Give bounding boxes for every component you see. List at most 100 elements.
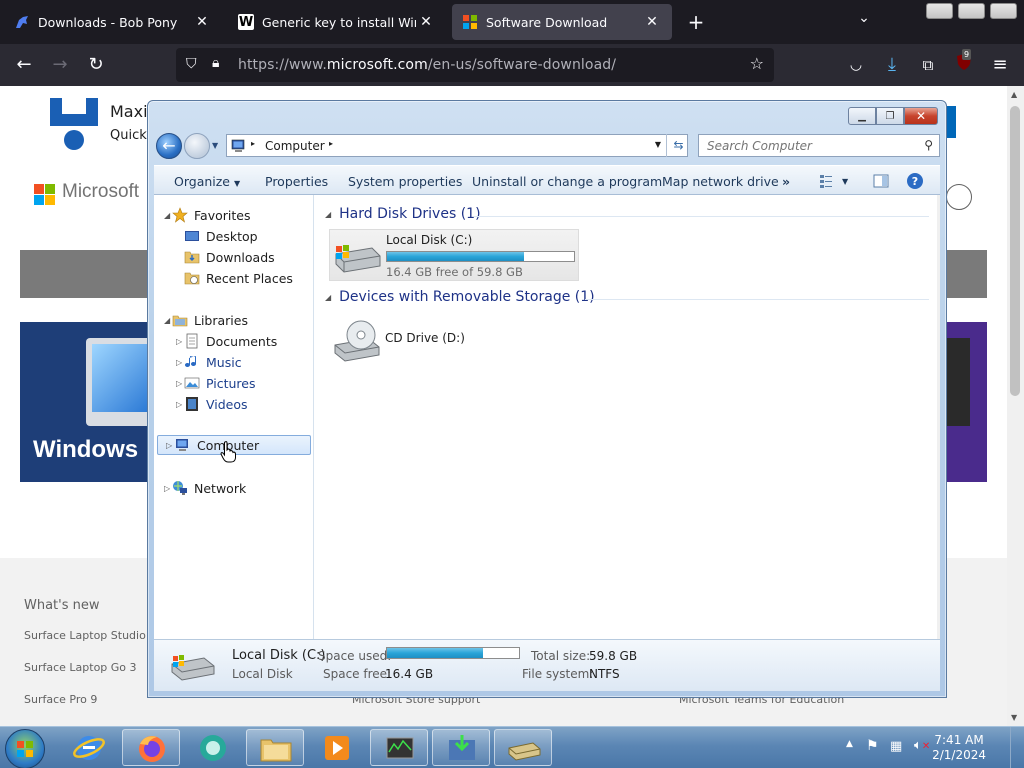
back-button[interactable]: ← (156, 133, 182, 159)
expand-icon[interactable]: ▷ (176, 358, 182, 367)
page-scrollbar[interactable]: ▲ ▼ (1007, 86, 1024, 726)
nav-music[interactable]: Music (184, 352, 242, 372)
tab-title: Downloads - Bob Pony (38, 14, 178, 30)
drive-tile-d[interactable]: CD Drive (D:) (329, 313, 579, 365)
taskbar-firefox[interactable] (122, 729, 180, 766)
nav-documents[interactable]: Documents (184, 331, 277, 351)
start-button[interactable] (5, 729, 45, 768)
taskbar-ie[interactable] (60, 729, 118, 766)
forward-button[interactable] (184, 133, 210, 159)
list-all-tabs-icon[interactable]: ⌄ (852, 10, 876, 26)
network-tray-icon[interactable]: ▦ (890, 739, 902, 754)
system-properties-button[interactable]: System properties (348, 174, 462, 189)
back-icon[interactable]: ← (12, 53, 36, 77)
footer-link[interactable]: Surface Laptop Studio 2 (24, 629, 156, 642)
more-commands-button[interactable]: » (782, 174, 790, 189)
organize-menu[interactable]: Organize ▼ (174, 174, 240, 189)
nav-desktop[interactable]: Desktop (184, 226, 258, 246)
pane-scrollbar[interactable] (937, 195, 940, 639)
maximize-button[interactable] (958, 3, 985, 19)
expand-icon[interactable]: ▷ (164, 484, 170, 493)
recent-pages-icon[interactable]: ▼ (212, 141, 218, 150)
space-free-value: 16.4 GB (385, 667, 434, 681)
view-options-icon[interactable] (818, 172, 836, 190)
pocket-icon[interactable]: ◡ (844, 53, 868, 77)
tab-generic-key[interactable]: W Generic key to install Windows 1 ✕ (228, 4, 446, 40)
expand-icon[interactable]: ▷ (176, 379, 182, 388)
refresh-button[interactable]: ⇆ (666, 134, 690, 157)
close-window-button[interactable] (990, 3, 1017, 19)
uninstall-program-button[interactable]: Uninstall or change a program (472, 174, 662, 189)
account-icon[interactable] (946, 184, 972, 210)
footer-link[interactable]: Surface Laptop Go 3 (24, 661, 137, 674)
minimize-button[interactable]: ▁ (848, 107, 876, 125)
breadcrumb-chevron-icon[interactable]: ▸ (251, 139, 255, 148)
show-hidden-icons-icon[interactable]: ▲ (846, 739, 853, 749)
minimize-button[interactable] (926, 3, 953, 19)
new-tab-button[interactable]: + (684, 10, 708, 34)
system-clock[interactable]: 7:41 AM 2/1/2024 (932, 733, 986, 763)
ublock-icon[interactable]: 9 (952, 49, 976, 77)
svg-text:?: ? (912, 175, 918, 188)
close-tab-icon[interactable]: ✕ (416, 14, 436, 30)
restore-button[interactable]: ❐ (876, 107, 904, 125)
extensions-icon[interactable]: ⧉ (916, 53, 940, 77)
downloads-icon[interactable]: ⤓ (880, 53, 904, 77)
taskbar-task-manager[interactable] (370, 729, 428, 766)
preview-pane-icon[interactable] (872, 172, 890, 190)
address-bar[interactable]: ▸ Computer ▸ ▼ (226, 134, 688, 157)
brand-name: Microsoft (62, 181, 140, 202)
expand-icon[interactable]: ▷ (176, 400, 182, 409)
properties-button[interactable]: Properties (265, 174, 328, 189)
taskbar-explorer[interactable] (246, 729, 304, 766)
taskbar-drive[interactable] (494, 729, 552, 766)
tab-software-download[interactable]: Software Download ✕ (452, 4, 672, 40)
search-icon[interactable]: ⚲ (924, 138, 933, 152)
url-bar[interactable]: ⛉ 🔒︎ https://www.microsoft.com/en-us/sof… (176, 48, 774, 82)
expand-icon[interactable]: ▷ (166, 441, 172, 450)
menu-icon[interactable]: ≡ (988, 53, 1012, 77)
drive-tile-c[interactable]: Local Disk (C:) 16.4 GB free of 59.8 GB (329, 229, 579, 281)
breadcrumb-chevron-icon[interactable]: ▸ (329, 139, 333, 148)
url-text[interactable]: https://www.microsoft.com/en-us/software… (238, 57, 616, 73)
taskbar-app[interactable] (184, 729, 242, 766)
forward-icon[interactable]: → (48, 53, 72, 77)
close-button[interactable]: ✕ (904, 107, 938, 125)
nav-downloads[interactable]: Downloads (184, 247, 275, 267)
command-bar: Organize ▼ Properties System properties … (154, 165, 940, 195)
close-tab-icon[interactable]: ✕ (642, 14, 662, 30)
group-header-removable[interactable]: ◢ Devices with Removable Storage (1) (325, 289, 595, 305)
nav-pictures[interactable]: Pictures (184, 373, 256, 393)
pictures-icon (184, 375, 200, 391)
tab-bob-pony[interactable]: Downloads - Bob Pony ✕ (4, 4, 222, 40)
mouse-cursor-icon (220, 441, 236, 466)
reload-icon[interactable]: ↻ (84, 53, 108, 77)
nav-favorites[interactable]: Favorites (172, 205, 250, 225)
collapse-icon[interactable]: ◢ (164, 211, 170, 220)
nav-recent-places[interactable]: Recent Places (184, 268, 293, 288)
address-dropdown-icon[interactable]: ▼ (655, 140, 661, 149)
group-header-hdd[interactable]: ◢ Hard Disk Drives (1) (325, 206, 481, 222)
lock-icon[interactable]: 🔒︎ (212, 55, 219, 71)
map-network-drive-button[interactable]: Map network drive (662, 174, 779, 189)
nav-videos[interactable]: Videos (184, 394, 248, 414)
show-desktop-button[interactable] (1010, 727, 1024, 768)
taskbar-media-player[interactable] (308, 729, 366, 766)
nav-network[interactable]: Network (172, 478, 246, 498)
search-box[interactable]: ⚲ (698, 134, 940, 157)
view-dropdown-icon[interactable]: ▼ (842, 177, 848, 186)
close-tab-icon[interactable]: ✕ (192, 14, 212, 30)
help-icon[interactable]: ? (906, 172, 924, 190)
shield-icon[interactable]: ⛉ (186, 56, 197, 72)
footer-heading: What's new (24, 598, 100, 613)
taskbar-installer[interactable] (432, 729, 490, 766)
nav-libraries[interactable]: Libraries (172, 310, 248, 330)
action-center-flag-icon[interactable]: ⚑ (866, 738, 879, 754)
collapse-icon[interactable]: ◢ (164, 316, 170, 325)
search-input[interactable] (707, 139, 907, 153)
volume-muted-icon[interactable]: 🔈︎✕ (914, 738, 930, 753)
footer-link[interactable]: Surface Pro 9 (24, 693, 97, 706)
address-location[interactable]: Computer (265, 139, 325, 153)
bookmark-star-icon[interactable]: ☆ (750, 54, 764, 73)
expand-icon[interactable]: ▷ (176, 337, 182, 346)
